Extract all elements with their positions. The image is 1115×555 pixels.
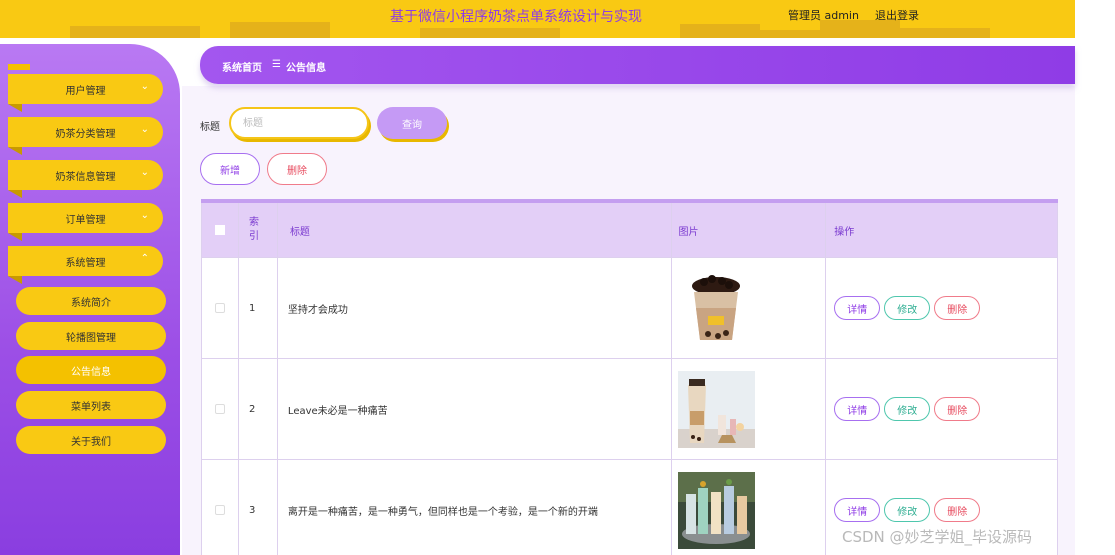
table-row: 1 坚持才会成功 详情 修改 删除	[201, 258, 1058, 359]
menu-fold-decoration	[8, 233, 22, 241]
submenu-item-carousel[interactable]: 轮播图管理	[16, 322, 166, 350]
watermark-text: CSDN @妙芝学姐_毕设源码	[842, 528, 1033, 546]
column-header-image: 图片	[672, 203, 827, 258]
submenu-item-about[interactable]: 关于我们	[16, 426, 166, 454]
submenu-item-notice[interactable]: 公告信息	[16, 356, 166, 384]
column-header-title: 标题	[277, 203, 673, 258]
bubble-tea-image	[678, 471, 756, 549]
submenu-item-menu-list[interactable]: 菜单列表	[16, 391, 166, 419]
row-ops-cell: 详情 修改 删除	[826, 359, 1058, 460]
row-index: 3	[239, 460, 278, 555]
breadcrumb-current: 公告信息	[286, 63, 326, 74]
menu-fold-decoration	[8, 276, 22, 284]
detail-button[interactable]: 详情	[834, 397, 881, 421]
sidebar-item-label: 系统管理	[65, 257, 106, 269]
row-index: 2	[238, 359, 278, 460]
logout-link[interactable]: 退出登录	[875, 7, 919, 23]
submenu-item-intro[interactable]: 系统简介	[16, 287, 166, 315]
select-all-cell[interactable]	[202, 203, 239, 258]
top-header: 基于微信小程序奶茶点单系统设计与实现 管理员 admin 退出登录	[0, 0, 1075, 38]
breadcrumb: 系统首页 ☰ 公告信息	[200, 46, 1075, 84]
breadcrumb-separator-icon: ☰	[272, 59, 281, 70]
row-title: 坚持才会成功	[277, 258, 673, 359]
row-title: Leave未必是一种痛苦	[277, 359, 673, 460]
row-delete-button[interactable]: 删除	[934, 296, 981, 320]
title-search-input[interactable]	[229, 107, 369, 139]
edit-button[interactable]: 修改	[884, 296, 931, 320]
sidebar-item-label: 用户管理	[65, 85, 106, 97]
chevron-down-icon: ⌄	[140, 210, 149, 221]
menu-fold-decoration	[8, 104, 22, 112]
row-index: 1	[238, 258, 278, 359]
row-checkbox[interactable]	[214, 303, 225, 313]
chevron-down-icon: ⌄	[140, 167, 149, 178]
sidebar-item-tea-info[interactable]: 奶茶信息管理 ⌄	[8, 160, 163, 198]
chevron-down-icon: ⌄	[140, 124, 149, 135]
detail-button[interactable]: 详情	[834, 296, 881, 320]
table-header-row: 索引 标题 图片 操作	[201, 203, 1058, 258]
breadcrumb-home[interactable]: 系统首页	[222, 59, 262, 74]
row-checkbox-cell[interactable]	[202, 460, 239, 555]
detail-button[interactable]: 详情	[834, 498, 881, 522]
search-label: 标题	[200, 122, 220, 133]
row-image-cell	[672, 359, 827, 460]
bubble-tea-image	[678, 370, 756, 448]
sidebar-item-system[interactable]: 系统管理 ⌃	[8, 246, 163, 284]
row-delete-button[interactable]: 删除	[934, 397, 981, 421]
row-image-cell	[672, 460, 827, 555]
sidebar-item-orders[interactable]: 订单管理 ⌄	[8, 203, 163, 241]
edit-button[interactable]: 修改	[884, 498, 931, 522]
column-header-ops: 操作	[826, 203, 1058, 258]
row-image-cell	[672, 258, 827, 359]
sidebar-item-label: 订单管理	[65, 214, 106, 226]
chevron-down-icon: ⌄	[140, 81, 149, 92]
edit-button[interactable]: 修改	[884, 397, 931, 421]
app-title: 基于微信小程序奶茶点单系统设计与实现	[390, 9, 642, 25]
table-row: 2 Leave未必是一种痛苦 详情 修改 删除	[201, 359, 1058, 460]
sidebar-flag-decoration	[8, 64, 30, 70]
sidebar-item-user-management[interactable]: 用户管理 ⌄	[8, 74, 163, 112]
menu-fold-decoration	[8, 190, 22, 198]
add-button[interactable]: 新增	[200, 153, 260, 185]
row-ops-cell: 详情 修改 删除	[826, 258, 1058, 359]
row-delete-button[interactable]: 删除	[934, 498, 981, 522]
sidebar-item-label: 奶茶信息管理	[55, 171, 116, 183]
row-checkbox[interactable]	[214, 505, 225, 515]
delete-button[interactable]: 删除	[267, 153, 327, 185]
select-all-checkbox[interactable]	[214, 225, 225, 235]
bubble-tea-image	[678, 269, 756, 347]
row-checkbox-cell[interactable]	[202, 258, 239, 359]
admin-label: 管理员 admin	[788, 9, 859, 22]
row-checkbox[interactable]	[214, 404, 225, 414]
notice-table: 索引 标题 图片 操作 1 坚持才会成功 详情 修改 删除 2 Leave未必是…	[201, 199, 1058, 555]
query-button[interactable]: 查询	[377, 107, 447, 139]
row-checkbox-cell[interactable]	[202, 359, 239, 460]
row-title: 离开是一种痛苦，是一种勇气，但同样也是一个考验，是一个新的开端	[278, 460, 673, 555]
column-header-index: 索引	[238, 203, 278, 258]
sidebar-item-label: 奶茶分类管理	[55, 128, 116, 140]
menu-fold-decoration	[8, 147, 22, 155]
chevron-up-icon: ⌃	[140, 253, 149, 264]
sidebar-item-tea-category[interactable]: 奶茶分类管理 ⌄	[8, 117, 163, 155]
